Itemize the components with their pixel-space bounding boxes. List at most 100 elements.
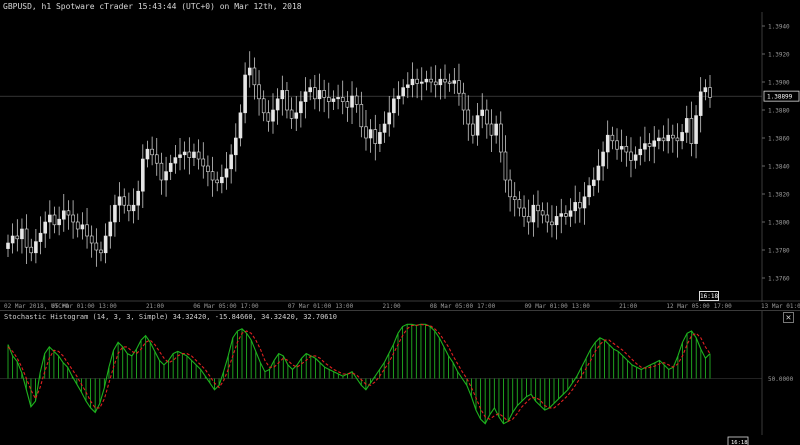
candle xyxy=(131,204,136,212)
candle xyxy=(503,151,508,181)
time-tick-label: 07 Mar 01:00 xyxy=(288,303,332,310)
candle xyxy=(401,87,405,97)
candle xyxy=(550,221,554,226)
candle xyxy=(424,78,429,83)
candle xyxy=(34,241,38,254)
candle xyxy=(308,87,312,93)
candle xyxy=(675,137,680,142)
candle xyxy=(340,97,345,102)
candle xyxy=(322,90,326,98)
candle xyxy=(512,196,517,200)
candle xyxy=(531,204,536,223)
candle xyxy=(52,214,57,226)
candle xyxy=(117,196,122,206)
candle xyxy=(173,157,178,164)
bottom-time-label: 16:18 xyxy=(731,440,748,445)
candle xyxy=(234,137,238,156)
candle xyxy=(20,228,24,240)
candle xyxy=(638,148,643,156)
candle xyxy=(587,185,591,198)
candle xyxy=(461,92,466,111)
candle xyxy=(568,210,573,217)
candle xyxy=(75,221,80,230)
candle xyxy=(382,123,387,133)
candle xyxy=(485,109,489,125)
candle xyxy=(6,242,10,249)
candle xyxy=(498,123,503,153)
candle xyxy=(396,95,401,100)
time-tick-label: 05 Mar 01:00 xyxy=(51,303,95,310)
candle xyxy=(243,74,247,114)
candle xyxy=(643,143,647,150)
candle xyxy=(113,204,117,223)
stochastic-panel[interactable]: 50.0000 16:18 xyxy=(0,310,800,445)
candle xyxy=(85,224,89,237)
candle xyxy=(326,97,331,102)
candle xyxy=(480,109,484,116)
time-tick-label: 17:00 xyxy=(714,303,732,310)
candle xyxy=(689,118,694,144)
time-tick-label: 17:00 xyxy=(477,303,495,310)
candle xyxy=(359,104,364,128)
candle xyxy=(647,143,652,147)
candle xyxy=(66,210,71,216)
candle xyxy=(582,196,587,209)
candle xyxy=(666,134,670,142)
candle xyxy=(443,78,447,83)
time-tick-label: 13:00 xyxy=(99,303,117,310)
candle xyxy=(275,98,280,111)
time-tick-label: 13 Mar 01:00 xyxy=(761,303,800,310)
candle xyxy=(159,162,164,181)
candle xyxy=(540,210,545,216)
candle xyxy=(10,235,15,244)
candle xyxy=(508,179,512,198)
candle xyxy=(261,98,266,114)
candle xyxy=(671,134,675,139)
close-indicator-button[interactable]: ✕ xyxy=(783,312,794,323)
candle xyxy=(559,213,564,217)
indicator-title: Stochastic Histogram (14, 3, 3, Simple) … xyxy=(4,313,337,321)
candle xyxy=(15,235,20,240)
candle xyxy=(317,90,322,100)
candle xyxy=(29,246,34,254)
candle xyxy=(419,81,424,84)
candle xyxy=(336,97,340,100)
price-chart[interactable]: 1.3940 1.3920 1.3900 1.3880 1.3860 1.3840 1.38… xyxy=(0,0,800,310)
candle xyxy=(252,67,257,86)
candle xyxy=(661,137,666,142)
candle xyxy=(80,224,85,230)
price-tick-label: 1.3880 xyxy=(768,108,790,115)
candle xyxy=(299,101,303,114)
candle xyxy=(103,235,108,254)
candle xyxy=(703,87,708,93)
candle xyxy=(680,132,684,142)
candle xyxy=(215,179,220,184)
candle xyxy=(71,214,75,223)
candle xyxy=(48,214,52,223)
candle xyxy=(457,80,461,94)
close-icon: ✕ xyxy=(785,313,792,323)
price-tick-label: 1.3920 xyxy=(768,52,790,59)
candle xyxy=(61,210,66,220)
time-tick-label: 09 Mar 01:00 xyxy=(524,303,568,310)
candle xyxy=(601,151,605,167)
candle xyxy=(182,151,187,156)
candle xyxy=(708,87,712,98)
time-tick-label: 13:00 xyxy=(335,303,353,310)
candle xyxy=(578,202,582,209)
candle xyxy=(224,168,229,178)
candle xyxy=(136,190,140,206)
candle xyxy=(196,151,201,160)
candle xyxy=(220,176,224,184)
candle xyxy=(564,213,568,217)
candle xyxy=(573,202,577,212)
current-time-badge: 16:18 xyxy=(699,291,719,301)
candle xyxy=(24,228,29,248)
price-tick-label: 1.3820 xyxy=(768,192,790,199)
candle xyxy=(471,123,475,136)
candle xyxy=(619,146,624,150)
candle xyxy=(406,84,410,88)
candle xyxy=(201,158,206,167)
candle xyxy=(266,112,271,122)
candle xyxy=(554,216,559,226)
